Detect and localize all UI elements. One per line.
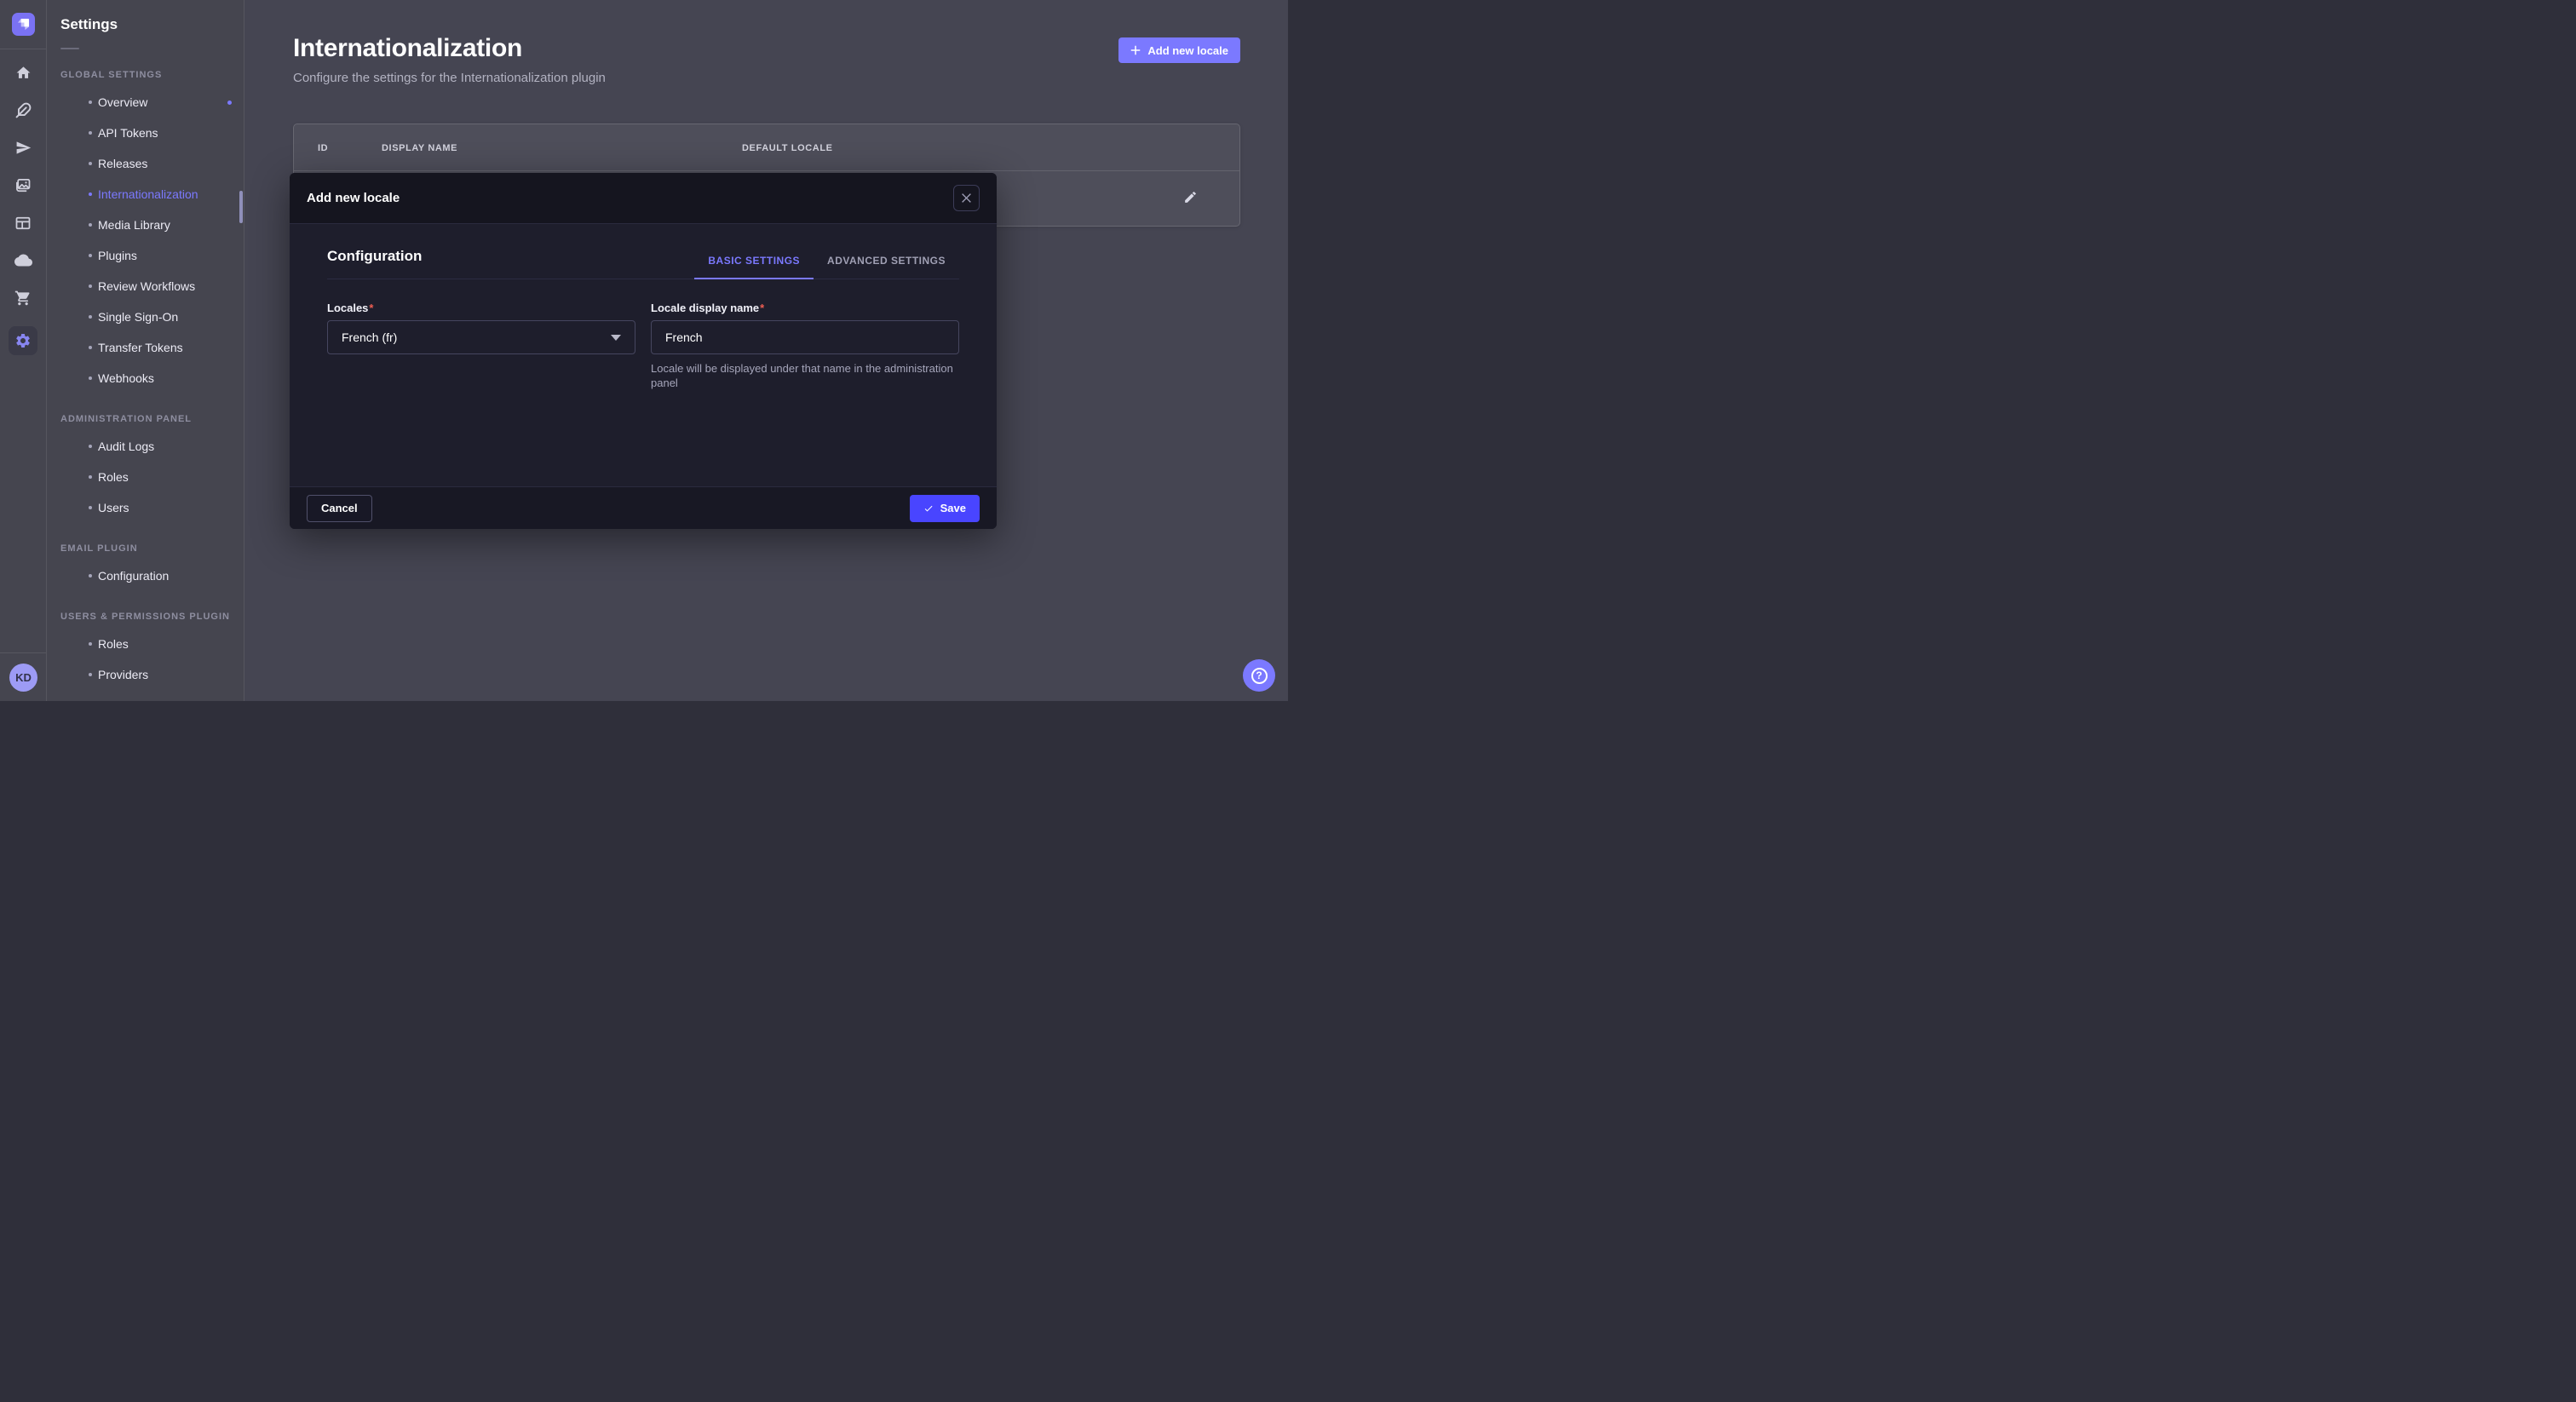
bullet-icon <box>89 101 92 104</box>
sidebar-item-releases[interactable]: Releases <box>60 148 244 179</box>
column-header-id: ID <box>318 143 328 153</box>
plus-icon <box>1130 45 1141 55</box>
cancel-button[interactable]: Cancel <box>307 495 372 522</box>
bullet-icon <box>89 574 92 577</box>
section-label: USERS & PERMISSIONS PLUGIN <box>60 612 244 622</box>
section-label: ADMINISTRATION PANEL <box>60 414 244 424</box>
display-name-helper-text: Locale will be displayed under that name… <box>651 361 959 390</box>
sidebar-item-up-roles[interactable]: Roles <box>60 629 244 659</box>
bullet-icon <box>89 284 92 288</box>
configuration-heading: Configuration <box>327 248 422 279</box>
sidebar-item-internationalization[interactable]: Internationalization <box>60 179 244 210</box>
tab-advanced-settings[interactable]: ADVANCED SETTINGS <box>814 255 959 279</box>
bullet-icon <box>89 475 92 479</box>
marketplace-cart-icon[interactable] <box>14 289 32 307</box>
bullet-icon <box>89 673 92 676</box>
user-avatar[interactable]: KD <box>9 664 37 692</box>
section-users-permissions-plugin: USERS & PERMISSIONS PLUGIN Roles Provide… <box>60 612 244 690</box>
sidebar-item-plugins[interactable]: Plugins <box>60 240 244 271</box>
media-library-icon[interactable] <box>14 176 32 194</box>
bullet-icon <box>89 223 92 227</box>
required-asterisk: * <box>369 302 373 314</box>
sidebar-item-api-tokens[interactable]: API Tokens <box>60 118 244 148</box>
display-name-label: Locale display name* <box>651 302 959 314</box>
locales-select-value: French (fr) <box>342 330 397 344</box>
display-name-field: Locale display name* Locale will be disp… <box>651 302 959 390</box>
sidebar-item-admin-roles[interactable]: Roles <box>60 462 244 492</box>
sidebar-item-media-library[interactable]: Media Library <box>60 210 244 240</box>
bullet-icon <box>89 192 92 196</box>
settings-gear-icon[interactable] <box>9 326 37 355</box>
locales-select[interactable]: French (fr) <box>327 320 635 354</box>
sidebar-item-transfer-tokens[interactable]: Transfer Tokens <box>60 332 244 363</box>
modal-header: Add new locale <box>290 173 997 224</box>
bullet-icon <box>89 131 92 135</box>
bullet-icon <box>89 254 92 257</box>
locales-field: Locales* French (fr) <box>327 302 635 390</box>
modal-footer: Cancel Save <box>290 486 997 529</box>
main-nav-rail: KD <box>0 0 47 701</box>
locales-label: Locales* <box>327 302 635 314</box>
tab-basic-settings[interactable]: BASIC SETTINGS <box>694 255 814 279</box>
sidebar-item-email-configuration[interactable]: Configuration <box>60 560 244 591</box>
subnav-scrollbar[interactable] <box>239 191 243 223</box>
strapi-logo[interactable] <box>12 13 35 36</box>
close-button[interactable] <box>953 185 980 211</box>
cloud-icon[interactable] <box>14 251 32 269</box>
sidebar-item-webhooks[interactable]: Webhooks <box>60 363 244 394</box>
section-global-settings: GLOBAL SETTINGS Overview API Tokens Rele… <box>60 70 244 394</box>
sidebar-item-audit-logs[interactable]: Audit Logs <box>60 431 244 462</box>
releases-send-icon[interactable] <box>14 139 32 157</box>
page-subtitle: Configure the settings for the Internati… <box>293 71 1240 85</box>
sidebar-item-review-workflows[interactable]: Review Workflows <box>60 271 244 302</box>
sidebar-item-single-sign-on[interactable]: Single Sign-On <box>60 302 244 332</box>
home-icon[interactable] <box>14 64 32 82</box>
add-new-locale-button[interactable]: Add new locale <box>1118 37 1240 63</box>
section-label: EMAIL PLUGIN <box>60 543 244 554</box>
sidebar-item-users[interactable]: Users <box>60 492 244 523</box>
section-administration-panel: ADMINISTRATION PANEL Audit Logs Roles Us… <box>60 414 244 523</box>
settings-subnav: Settings GLOBAL SETTINGS Overview API To… <box>47 0 244 701</box>
section-label: GLOBAL SETTINGS <box>60 70 244 80</box>
question-mark-icon: ? <box>1251 668 1268 684</box>
bullet-icon <box>89 506 92 509</box>
bullet-icon <box>89 445 92 448</box>
help-button[interactable]: ? <box>1243 659 1275 692</box>
table-header-row: ID DISPLAY NAME DEFAULT LOCALE <box>294 124 1239 171</box>
notification-dot-icon <box>227 101 232 105</box>
edit-pencil-icon[interactable] <box>1181 189 1199 208</box>
modal-body: Configuration BASIC SETTINGS ADVANCED SE… <box>290 224 997 486</box>
bullet-icon <box>89 346 92 349</box>
bullet-icon <box>89 315 92 319</box>
checkmark-icon <box>923 503 934 514</box>
save-button[interactable]: Save <box>910 495 980 522</box>
sidebar-item-overview[interactable]: Overview <box>60 87 244 118</box>
page-header: Internationalization Configure the setti… <box>244 0 1288 85</box>
app-window: KD Settings GLOBAL SETTINGS Overview API… <box>0 0 1288 701</box>
content-type-builder-icon[interactable] <box>14 214 32 232</box>
bullet-icon <box>89 642 92 646</box>
display-name-input[interactable] <box>651 320 959 354</box>
page-title: Internationalization <box>293 34 1240 63</box>
settings-tabs: BASIC SETTINGS ADVANCED SETTINGS <box>694 255 959 279</box>
column-header-display-name: DISPLAY NAME <box>382 143 457 153</box>
bullet-icon <box>89 162 92 165</box>
column-header-default-locale: DEFAULT LOCALE <box>742 143 833 153</box>
required-asterisk: * <box>760 302 764 314</box>
section-email-plugin: EMAIL PLUGIN Configuration <box>60 543 244 591</box>
bullet-icon <box>89 376 92 380</box>
subnav-title-divider <box>60 48 79 49</box>
add-new-locale-modal: Add new locale Configuration BASIC SETTI… <box>290 173 997 529</box>
chevron-down-icon <box>611 335 621 341</box>
close-icon <box>962 193 971 203</box>
sidebar-item-providers[interactable]: Providers <box>60 659 244 690</box>
content-manager-feather-icon[interactable] <box>14 101 32 119</box>
rail-bottom-divider <box>0 652 46 653</box>
subnav-title: Settings <box>60 16 244 33</box>
strapi-logo-icon <box>17 18 30 31</box>
modal-title: Add new locale <box>307 191 400 205</box>
